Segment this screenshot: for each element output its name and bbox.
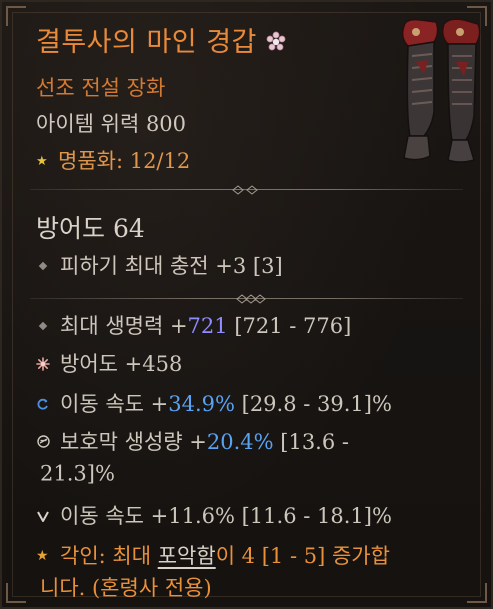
diamond-icon [36, 253, 60, 277]
shield-rune-icon [37, 435, 50, 448]
aspect-row-continuation: 니다. (혼령사 전용) [40, 572, 461, 602]
aspect-text-end: 증가합 [331, 544, 390, 568]
greater-affix-icon [36, 357, 50, 371]
masterwork-rank: ★ 명품화: 12/12 [36, 145, 190, 175]
aspect-row: ★ 각인: 최대 포악함이 4 [1 - 5] 증가합 [36, 540, 461, 570]
item-name-text: 결투사의 마인 경갑 [36, 27, 257, 58]
frame-corner [6, 583, 26, 603]
item-type: 선조 전설 장화 [36, 76, 166, 100]
affix-range: [29.8 - 39.1]% [234, 392, 392, 416]
frame-corner [467, 583, 487, 603]
affix-prefix: 이동 속도 + [60, 392, 169, 416]
affix-row: 이동 속도 +11.6% [11.6 - 18.1]% [36, 500, 461, 530]
armor-value: 방어도 64 [36, 214, 145, 243]
tempered-icon [37, 398, 48, 410]
item-power: 아이템 위력 800 [36, 112, 187, 136]
affix-prefix: 방어도 +458 [60, 352, 183, 376]
affix-row: 방어도 +458 [36, 348, 461, 378]
section-divider [30, 294, 463, 304]
affix-range: [721 - 776] [227, 314, 352, 338]
affix-prefix: 이동 속도 +11.6% [11.6 - 18.1]% [60, 504, 392, 528]
implicit-text: 피하기 최대 충전 +3 [3] [60, 254, 283, 278]
ancestral-flower-icon [266, 31, 286, 51]
affix-value: 20.4% [206, 430, 274, 454]
affix-row: 이동 속도 +34.9% [29.8 - 39.1]% [36, 388, 461, 418]
item-name: 결투사의 마인 경갑 [36, 20, 287, 59]
divider-ornament-icon [232, 185, 258, 195]
star-icon: ★ [36, 154, 48, 169]
aspect-label: 각인: 최대 [60, 544, 158, 568]
implicit-affix: 피하기 최대 충전 +3 [3] [36, 250, 461, 280]
aspect-keyword[interactable]: 포악함 [158, 544, 216, 568]
affix-range: [13.6 - [273, 430, 349, 454]
affix-value: 721 [187, 314, 228, 338]
diamond-icon [36, 313, 60, 337]
boots-image [401, 18, 481, 163]
affix-value: 34.9% [168, 392, 235, 416]
section-divider [30, 185, 463, 195]
v-rune-icon [37, 511, 49, 522]
star-icon: ★ [36, 548, 49, 564]
aspect-text: 이 4 [1 - 5] [215, 544, 332, 568]
affix-row-continuation: 21.3]% [40, 460, 461, 486]
affix-row: 최대 생명력 +721 [721 - 776] [36, 310, 461, 340]
affix-prefix: 보호막 생성량 + [60, 430, 207, 454]
aspect-text-line2: 니다. (혼령사 전용) [40, 576, 212, 600]
divider-ornament-icon [236, 294, 266, 304]
affix-row: 보호막 생성량 +20.4% [13.6 - [36, 426, 461, 456]
affix-prefix: 최대 생명력 + [60, 314, 188, 338]
affix-range-line2: 21.3]% [40, 461, 115, 486]
masterwork-text: 명품화: 12/12 [58, 149, 191, 173]
frame-corner [6, 6, 26, 26]
item-tooltip: 결투사의 마인 경갑 선조 전설 장화 아이템 위력 800 ★ 명품화: 12/… [0, 0, 493, 609]
